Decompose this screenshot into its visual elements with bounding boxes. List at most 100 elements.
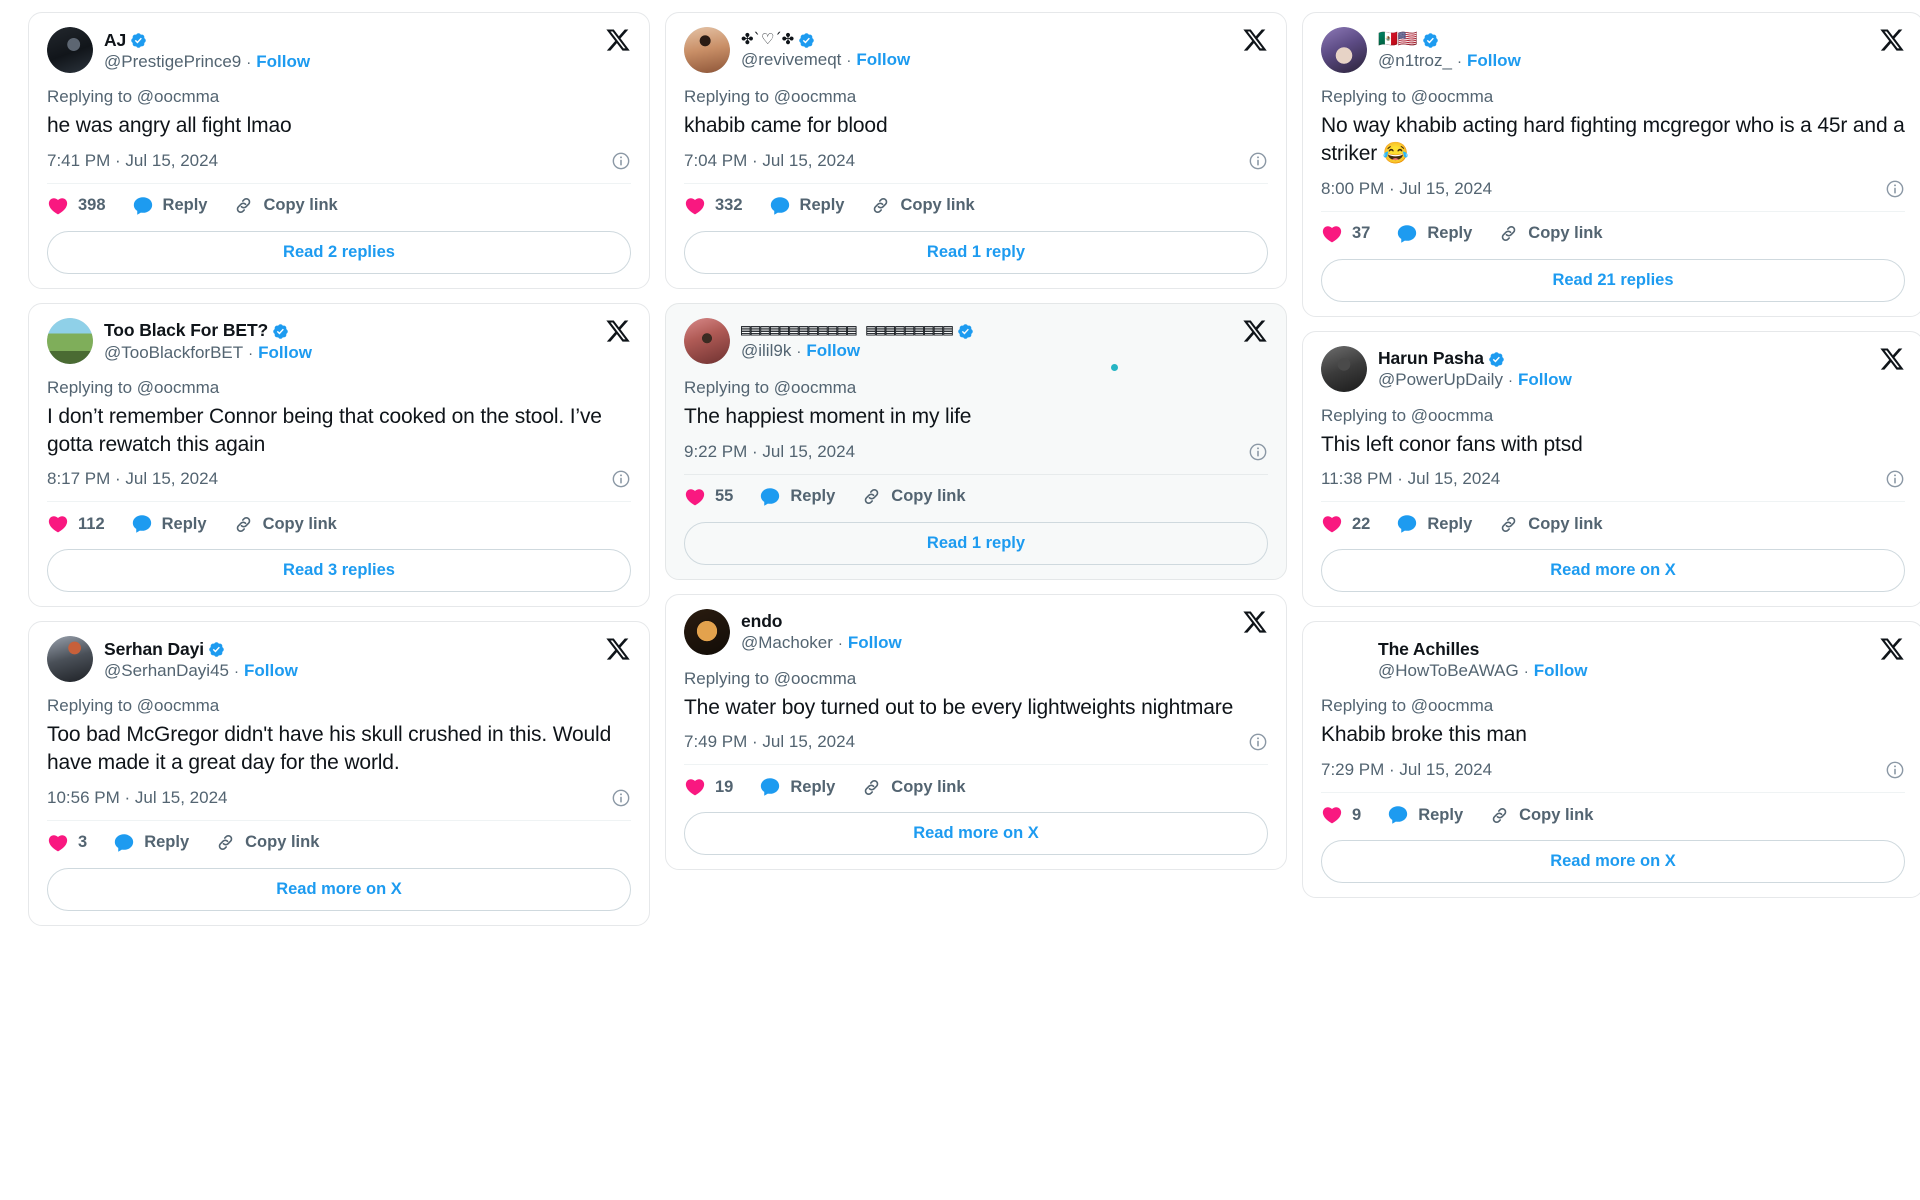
divider <box>684 764 1268 766</box>
reply-action[interactable]: Reply <box>759 486 835 508</box>
read-replies-button[interactable]: Read more on X <box>684 812 1268 856</box>
info-icon[interactable] <box>1885 179 1905 199</box>
follow-link[interactable]: Follow <box>256 51 310 72</box>
read-replies-button[interactable]: Read 1 reply <box>684 521 1268 565</box>
copy-link-action[interactable]: Copy link <box>233 514 337 535</box>
avatar[interactable] <box>47 27 93 73</box>
info-icon[interactable] <box>611 151 631 171</box>
follow-link[interactable]: Follow <box>244 660 298 681</box>
x-logo-icon[interactable] <box>605 636 631 662</box>
read-replies-button[interactable]: Read 2 replies <box>47 230 631 274</box>
reply-action[interactable]: Reply <box>132 195 207 217</box>
info-icon[interactable] <box>1248 442 1268 462</box>
copy-link-action[interactable]: Copy link <box>870 195 975 216</box>
verified-badge-icon <box>1488 351 1505 368</box>
info-icon[interactable] <box>1885 469 1905 489</box>
copy-link-action[interactable]: Copy link <box>1489 805 1593 826</box>
x-logo-icon[interactable] <box>1879 27 1905 53</box>
author-name-row: AJ <box>104 30 631 50</box>
info-icon[interactable] <box>1885 760 1905 780</box>
author-block: ▤▤▤▤▤▤▤▤▤▤▤▤ ▤▤▤▤▤▤▤▤▤ @ilil9k · Follow <box>741 318 1268 365</box>
follow-link[interactable]: Follow <box>1467 50 1521 71</box>
reply-action[interactable]: Reply <box>1387 804 1463 826</box>
x-logo-icon[interactable] <box>1242 609 1268 635</box>
like-action[interactable]: 332 <box>684 195 743 217</box>
handle-separator: · <box>248 344 254 362</box>
avatar-image <box>684 27 730 73</box>
reply-action[interactable]: Reply <box>131 513 207 535</box>
reply-action[interactable]: Reply <box>1396 223 1472 245</box>
read-replies-button[interactable]: Read more on X <box>1321 840 1905 884</box>
avatar[interactable] <box>1321 636 1367 682</box>
like-action[interactable]: 19 <box>684 776 733 798</box>
author-name-row: Serhan Dayi <box>104 639 631 659</box>
tweet-actions: 19 Reply Copy link <box>684 776 1268 800</box>
info-icon[interactable] <box>611 788 631 808</box>
reply-action[interactable]: Reply <box>1396 513 1472 535</box>
x-logo-icon[interactable] <box>1879 636 1905 662</box>
copy-link-action[interactable]: Copy link <box>861 486 966 507</box>
follow-link[interactable]: Follow <box>1534 660 1588 681</box>
replying-to-label: Replying to @oocmma <box>684 668 857 688</box>
x-logo-icon[interactable] <box>605 27 631 53</box>
read-replies-button[interactable]: Read 21 replies <box>1321 258 1905 302</box>
handle-separator: · <box>1523 663 1529 681</box>
info-icon[interactable] <box>1248 151 1268 171</box>
copy-link-action[interactable]: Copy link <box>861 777 966 798</box>
reply-action[interactable]: Reply <box>113 832 189 854</box>
like-action[interactable]: 112 <box>47 513 105 535</box>
read-replies-button[interactable]: Read 1 reply <box>684 230 1268 274</box>
x-logo-icon[interactable] <box>1879 346 1905 372</box>
author-handle: @TooBlackforBET <box>104 342 244 362</box>
x-logo-icon[interactable] <box>1242 27 1268 53</box>
tweet-header: ✤`♡´✤ @revivemeqt · Follow <box>684 27 1268 75</box>
link-chain-icon <box>1489 805 1510 826</box>
read-replies-button[interactable]: Read 3 replies <box>47 549 631 593</box>
follow-link[interactable]: Follow <box>1518 369 1572 390</box>
tweet-meta-row: 7:49 PM · Jul 15, 2024 <box>684 730 1268 754</box>
avatar-image <box>1321 27 1367 73</box>
copy-link-action[interactable]: Copy link <box>1498 514 1603 535</box>
avatar[interactable] <box>684 27 730 73</box>
author-name-row: endo <box>741 611 1268 631</box>
like-action[interactable]: 3 <box>47 832 87 854</box>
follow-link[interactable]: Follow <box>856 49 910 70</box>
copy-link-action[interactable]: Copy link <box>1498 223 1603 244</box>
author-name-row: Too Black For BET? <box>104 320 631 340</box>
reply-action[interactable]: Reply <box>759 776 835 798</box>
like-action[interactable]: 55 <box>684 486 733 508</box>
author-name-row: The Achilles <box>1378 639 1905 659</box>
avatar[interactable] <box>1321 27 1367 73</box>
read-replies-button[interactable]: Read more on X <box>1321 549 1905 593</box>
replying-to-label: Replying to @oocmma <box>47 87 220 106</box>
info-icon[interactable] <box>611 469 631 489</box>
x-logo-icon[interactable] <box>1242 318 1268 344</box>
follow-link[interactable]: Follow <box>258 342 312 363</box>
like-action[interactable]: 37 <box>1321 223 1370 245</box>
author-handle: @n1troz_ <box>1378 50 1452 70</box>
like-action[interactable]: 9 <box>1321 804 1361 826</box>
follow-link[interactable]: Follow <box>848 632 902 653</box>
like-action[interactable]: 398 <box>47 195 106 217</box>
info-icon[interactable] <box>1248 732 1268 752</box>
avatar[interactable] <box>47 317 93 364</box>
tweet-header: Harun Pasha @PowerUpDaily · Follow <box>1321 345 1905 394</box>
follow-link[interactable]: Follow <box>806 340 860 361</box>
avatar[interactable] <box>684 608 730 655</box>
read-replies-button[interactable]: Read more on X <box>47 867 631 911</box>
tweet-text: Too bad McGregor didn't have his skull c… <box>47 723 612 775</box>
avatar[interactable] <box>1321 345 1367 392</box>
avatar[interactable] <box>684 317 730 364</box>
avatar[interactable] <box>47 636 93 683</box>
reply-action[interactable]: Reply <box>769 195 844 217</box>
author-block: Serhan Dayi @SerhanDayi45 · Follow <box>104 636 631 683</box>
heart-icon <box>47 195 69 217</box>
x-logo-icon[interactable] <box>605 318 631 344</box>
copy-link-action[interactable]: Copy link <box>215 832 319 853</box>
tweet-meta-row: 8:00 PM · Jul 15, 2024 <box>1321 177 1905 201</box>
tweet-text: This left conor fans with ptsd <box>1321 432 1583 456</box>
heart-icon <box>47 513 69 535</box>
link-chain-icon <box>233 195 254 216</box>
like-action[interactable]: 22 <box>1321 513 1370 535</box>
copy-link-action[interactable]: Copy link <box>233 195 338 216</box>
